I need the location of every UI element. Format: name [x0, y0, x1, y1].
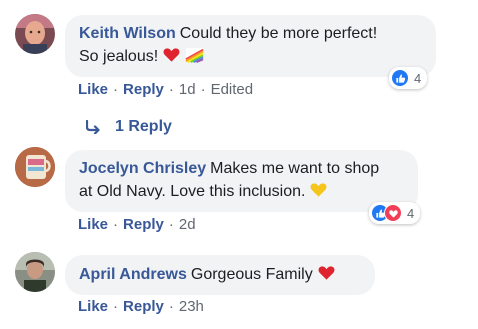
comment-text: Could they be more perfect!	[179, 25, 378, 42]
comment-actions: Like · Reply · 2d	[78, 216, 196, 233]
comment-text: Makes me want to shop	[210, 160, 380, 177]
red-heart-emoji-icon	[317, 263, 336, 282]
separator: ·	[168, 298, 174, 315]
timestamp[interactable]: 1d	[179, 81, 196, 98]
comment-actions: Like · Reply · 23h	[78, 298, 204, 315]
comment-text: at Old Navy. Love this inclusion.	[79, 183, 306, 200]
separator: ·	[168, 216, 174, 233]
separator: ·	[168, 81, 174, 98]
yellow-heart-emoji-icon	[309, 180, 328, 199]
reaction-summary[interactable]: 4	[369, 202, 421, 224]
avatar[interactable]	[15, 252, 55, 292]
edited-label[interactable]: Edited	[211, 81, 254, 98]
reaction-count: 4	[407, 205, 415, 221]
love-reaction-icon	[384, 204, 402, 222]
reply-link[interactable]: Reply	[123, 81, 164, 98]
comment-bubble: Keith Wilson Could they be more perfect! …	[65, 15, 436, 77]
comment-text: So jealous!	[79, 48, 159, 65]
avatar[interactable]	[15, 147, 55, 187]
reply-link[interactable]: Reply	[123, 298, 164, 315]
timestamp[interactable]: 2d	[179, 216, 196, 233]
avatar[interactable]	[15, 14, 55, 54]
comment-actions: Like · Reply · 1d · Edited	[78, 81, 253, 98]
separator: ·	[200, 81, 206, 98]
reply-link[interactable]: Reply	[123, 216, 164, 233]
reaction-count: 4	[414, 70, 422, 86]
reaction-summary[interactable]: 4	[389, 67, 428, 89]
timestamp[interactable]: 23h	[179, 298, 204, 315]
comment-bubble: Jocelyn Chrisley Makes me want to shop at…	[65, 150, 418, 212]
like-link[interactable]: Like	[78, 81, 108, 98]
red-heart-emoji-icon	[162, 45, 181, 64]
view-replies-link[interactable]: 1 Reply	[86, 118, 172, 136]
comment-text: Gorgeous Family	[190, 266, 313, 283]
author-name[interactable]: Jocelyn Chrisley	[79, 160, 206, 177]
replies-count-label[interactable]: 1 Reply	[115, 118, 172, 136]
comment-bubble: April Andrews Gorgeous Family	[65, 255, 375, 295]
like-link[interactable]: Like	[78, 216, 108, 233]
separator: ·	[113, 298, 119, 315]
author-name[interactable]: Keith Wilson	[79, 25, 176, 42]
separator: ·	[113, 216, 119, 233]
like-reaction-icon	[391, 69, 409, 87]
like-link[interactable]: Like	[78, 298, 108, 315]
author-name[interactable]: April Andrews	[79, 266, 187, 283]
reply-arrow-icon	[86, 120, 100, 134]
rainbow-emoji-icon	[185, 45, 204, 64]
separator: ·	[113, 81, 119, 98]
